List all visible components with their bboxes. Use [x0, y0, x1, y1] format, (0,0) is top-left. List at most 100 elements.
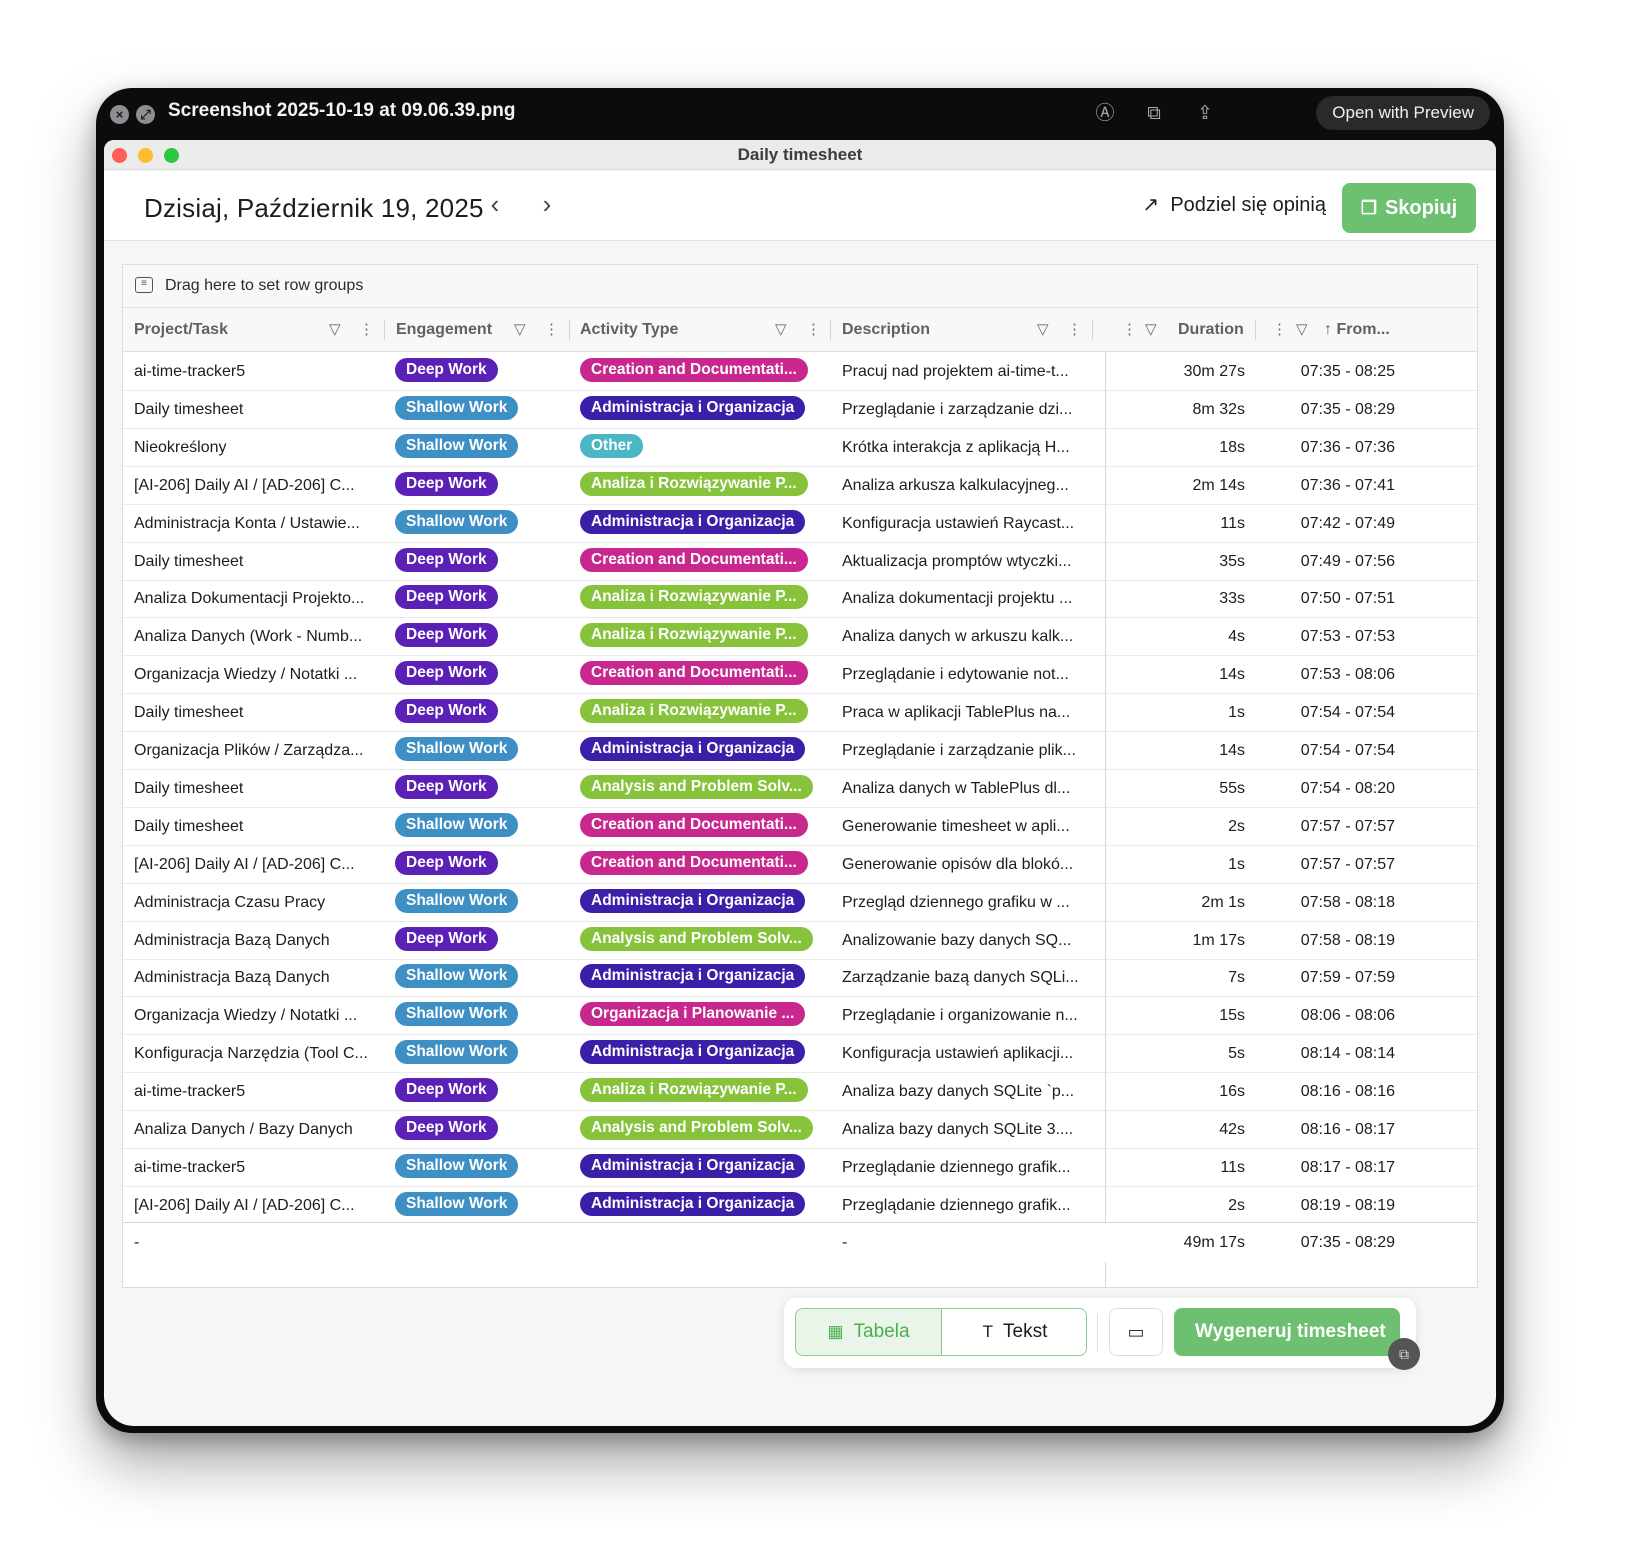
- activity-badge: Analysis and Problem Solv...: [580, 926, 813, 951]
- table-row[interactable]: Administracja Bazą Danych Deep Work Analys…: [123, 922, 1477, 960]
- time-range-cell: 08:06 - 08:06: [1300, 1007, 1395, 1025]
- table-row[interactable]: Daily timesheet Shallow Work Administracja…: [123, 391, 1477, 429]
- project-cell: Administracja Bazą Danych: [134, 931, 330, 949]
- table-row[interactable]: Nieokreślony Shallow Work Other Krótka inte…: [123, 429, 1477, 467]
- time-range-cell: 07:54 - 07:54: [1300, 704, 1395, 722]
- row-group-dropzone[interactable]: ≡ Drag here to set row groups: [123, 265, 1477, 308]
- table-row[interactable]: Daily timesheet Shallow Work Creation and …: [123, 808, 1477, 846]
- table-row[interactable]: Analiza Dokumentacji Projekto... Deep Wor…: [123, 580, 1477, 619]
- title-bar: Daily timesheet: [104, 140, 1496, 170]
- column-menu-icon[interactable]: ⋮: [359, 308, 374, 352]
- filter-icon[interactable]: ▽: [514, 308, 526, 352]
- column-menu-icon[interactable]: ⋮: [806, 308, 821, 352]
- filter-icon[interactable]: ▽: [1037, 308, 1049, 352]
- activity-badge: Other: [580, 433, 644, 458]
- time-range-cell: 08:19 - 08:19: [1300, 1196, 1395, 1214]
- project-cell: Daily timesheet: [134, 704, 244, 722]
- activity-badge: Analiza i Rozwiązywanie P...: [580, 585, 808, 610]
- table-row[interactable]: ai-time-tracker5 Deep Work Analiza i Rozwi…: [123, 1073, 1477, 1112]
- column-header-duration[interactable]: Duration: [1178, 308, 1244, 352]
- filter-icon[interactable]: ▽: [1145, 308, 1157, 352]
- column-header-engagement[interactable]: Engagement: [396, 308, 492, 352]
- column-menu-icon[interactable]: ⋮: [1272, 308, 1287, 352]
- column-menu-icon[interactable]: ⋮: [1122, 308, 1137, 352]
- activity-badge: Analysis and Problem Solv...: [580, 1116, 813, 1140]
- column-header-from[interactable]: ↑ From...: [1324, 308, 1390, 352]
- table-row[interactable]: Analiza Danych (Work - Numb... Deep Work A…: [123, 618, 1477, 657]
- page-header: Dzisiaj, Październik 19, 2025 ‹ › ↗ Podzi…: [104, 171, 1496, 241]
- table-row[interactable]: Organizacja Plików / Zarządza... Shallow …: [123, 732, 1477, 770]
- share-icon[interactable]: ⇪: [1192, 101, 1218, 127]
- window-title: Daily timesheet: [737, 145, 863, 164]
- table-row[interactable]: Administracja Bazą Danych Shallow Work Adm…: [123, 959, 1477, 998]
- column-resize-handle[interactable]: [1255, 320, 1256, 340]
- column-resize-handle[interactable]: [830, 320, 831, 340]
- tab-table[interactable]: ▦ Tabela: [796, 1309, 942, 1355]
- description-cell: Przeglądanie i zarządzanie dzi...: [842, 400, 1073, 418]
- quicklook-bar: × ⤢ Screenshot 2025-10-19 at 09.06.39.pn…: [96, 88, 1504, 140]
- column-resize-handle[interactable]: [1092, 320, 1093, 340]
- rotate-icon[interactable]: ⧉: [1141, 101, 1167, 127]
- table-row[interactable]: ai-time-tracker5 Deep Work Creation and Do…: [123, 353, 1477, 391]
- time-range-cell: 08:14 - 08:14: [1300, 1045, 1395, 1063]
- description-cell: Przeglądanie i zarządzanie plik...: [842, 742, 1076, 759]
- engagement-badge: Shallow Work: [395, 1153, 519, 1178]
- filter-icon[interactable]: ▽: [775, 308, 787, 352]
- total-time-range: 07:35 - 08:29: [1300, 1234, 1395, 1251]
- fullscreen-icon[interactable]: ⤢: [136, 105, 155, 124]
- table-row[interactable]: Analiza Danych / Bazy Danych Deep Work Ana…: [123, 1111, 1477, 1149]
- toolbar-divider: [1097, 1314, 1098, 1352]
- markup-icon[interactable]: Ⓐ: [1092, 101, 1118, 127]
- filter-icon[interactable]: ▽: [329, 308, 341, 352]
- next-day-button[interactable]: ›: [532, 187, 562, 221]
- column-header-description[interactable]: Description: [842, 308, 930, 352]
- share-feedback-link[interactable]: ↗ Podziel się opinią: [1142, 192, 1326, 217]
- column-menu-icon[interactable]: ⋮: [1067, 308, 1082, 352]
- table-row[interactable]: [AI-206] Daily AI / [AD-206] C... Deep Wo…: [123, 846, 1477, 884]
- time-range-cell: 08:16 - 08:17: [1300, 1121, 1395, 1138]
- table-row[interactable]: Administracja Czasu Pracy Shallow Work Adm…: [123, 884, 1477, 922]
- column-resize-handle[interactable]: [569, 320, 570, 340]
- generate-timesheet-button[interactable]: Wygeneruj timesheet: [1174, 1308, 1400, 1356]
- column-header-activity[interactable]: Activity Type: [580, 308, 678, 352]
- duration-cell: 2s: [1228, 1196, 1245, 1214]
- description-cell: Przeglądanie i edytowanie not...: [842, 666, 1069, 684]
- scan-text-icon[interactable]: ⧉: [1388, 1338, 1420, 1370]
- description-cell: Pracuj nad projektem ai-time-t...: [842, 363, 1069, 380]
- duration-cell: 1s: [1228, 704, 1245, 722]
- time-range-cell: 07:36 - 07:36: [1300, 438, 1395, 456]
- table-row[interactable]: ai-time-tracker5 Shallow Work Administracj…: [123, 1149, 1477, 1187]
- tab-text[interactable]: T Tekst: [942, 1309, 1086, 1355]
- table-row[interactable]: Daily timesheet Deep Work Analiza i Rozwią…: [123, 694, 1477, 733]
- activity-badge: Administracja i Organizacja: [580, 509, 806, 534]
- description-cell: Przeglądanie dziennego grafik...: [842, 1158, 1071, 1176]
- time-range-cell: 07:35 - 08:25: [1300, 363, 1395, 380]
- description-cell: Analiza bazy danych SQLite `p...: [842, 1083, 1075, 1101]
- column-menu-icon[interactable]: ⋮: [544, 308, 559, 352]
- previous-day-button[interactable]: ‹: [480, 187, 510, 221]
- duration-cell: 14s: [1219, 742, 1245, 759]
- pinned-column-divider: [1105, 352, 1106, 1288]
- filter-icon[interactable]: ▽: [1296, 308, 1308, 352]
- table-row[interactable]: Organizacja Wiedzy / Notatki ... Deep Wor…: [123, 656, 1477, 695]
- column-header-project[interactable]: Project/Task: [134, 308, 228, 352]
- duration-cell: 55s: [1219, 779, 1245, 797]
- table-row[interactable]: [AI-206] Daily AI / [AD-206] C... Shallow…: [123, 1187, 1477, 1225]
- table-row[interactable]: [AI-206] Daily AI / [AD-206] C... Deep Wo…: [123, 467, 1477, 505]
- close-icon[interactable]: ×: [110, 105, 129, 124]
- table-row[interactable]: Administracja Konta / Ustawie... Shallow …: [123, 505, 1477, 543]
- table-row[interactable]: Daily timesheet Deep Work Analysis and Pro…: [123, 770, 1477, 808]
- description-cell: Konfiguracja ustawień Raycast...: [842, 514, 1075, 532]
- duration-cell: 1m 17s: [1192, 931, 1245, 949]
- column-resize-handle[interactable]: [384, 320, 385, 340]
- comment-button[interactable]: ▭: [1109, 1308, 1163, 1356]
- engagement-badge: Shallow Work: [395, 395, 519, 420]
- open-with-preview-button[interactable]: Open with Preview: [1316, 96, 1490, 130]
- table-row[interactable]: Daily timesheet Deep Work Creation and Doc…: [123, 543, 1477, 581]
- table-row[interactable]: Organizacja Wiedzy / Notatki ... Shallow …: [123, 997, 1477, 1036]
- copy-button[interactable]: ❐ Skopiuj: [1342, 183, 1476, 233]
- table-row[interactable]: Konfiguracja Narzędzia (Tool C... Shallow…: [123, 1035, 1477, 1074]
- engagement-badge: Deep Work: [395, 471, 498, 496]
- time-range-cell: 08:16 - 08:16: [1300, 1083, 1395, 1101]
- duration-cell: 30m 27s: [1183, 363, 1245, 380]
